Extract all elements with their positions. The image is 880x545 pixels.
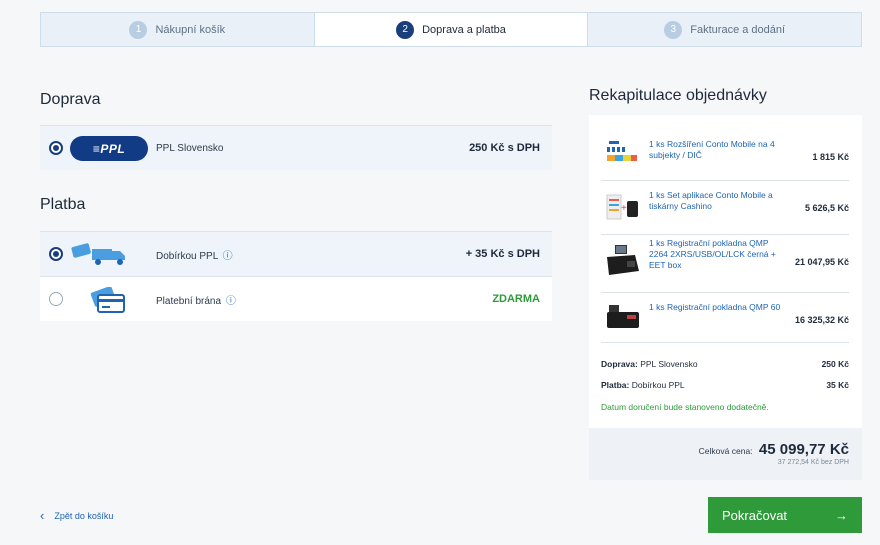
shipping-option-price: 250 Kč s DPH (469, 142, 540, 154)
payment-option-gateway[interactable]: Platební brána ⓘ ZDARMA (40, 276, 552, 321)
item-price: 1 815 Kč (812, 152, 849, 162)
step-label: Doprava a platba (422, 23, 506, 36)
item-description[interactable]: 1 ks Set aplikace Conto Mobile a tiskárn… (649, 190, 789, 212)
step-label: Fakturace a dodání (690, 23, 786, 36)
summary-payment: Platba: Dobírkou PPL 35 Kč (601, 380, 849, 390)
product-thumbnail (605, 241, 641, 284)
item-price: 5 626,5 Kč (804, 203, 849, 213)
payment-title: Platba (40, 196, 86, 213)
payment-radio[interactable] (49, 247, 63, 261)
summary-item: 1 ks Registrační pokladna QMP 2264 2XRS/… (601, 235, 849, 293)
item-price: 21 047,95 Kč (794, 257, 849, 267)
step-number: 1 (129, 20, 148, 39)
shipping-option-name: PPL Slovensko (156, 142, 224, 154)
summary-payment-price: 35 Kč (826, 380, 849, 390)
step-cart[interactable]: 1 Nákupní košík (41, 13, 314, 46)
back-label: Zpět do košíku (54, 510, 114, 521)
product-thumbnail: + (605, 193, 639, 224)
total-price: 45 099,77 Kč (758, 441, 849, 458)
shipping-radio[interactable] (49, 141, 63, 155)
truck-icon (70, 242, 130, 269)
item-description[interactable]: 1 ks Registrační pokladna QMP 60 (649, 302, 789, 313)
step-billing[interactable]: 3 Fakturace a dodání (587, 13, 862, 46)
payment-name-text: Dobírkou PPL (156, 250, 218, 262)
summary-item: 1 ks Rozšíření Conto Mobile na 4 subjekt… (601, 125, 849, 181)
item-description[interactable]: 1 ks Rozšíření Conto Mobile na 4 subjekt… (649, 139, 789, 161)
shipping-option-ppl[interactable]: ≡PPL PPL Slovensko 250 Kč s DPH (40, 125, 552, 170)
summary-title: Rekapitulace objednávky (589, 87, 767, 104)
total-label: Celková cena: (698, 446, 753, 456)
payment-option-price: ZDARMA (492, 293, 540, 305)
info-icon[interactable]: ⓘ (226, 296, 236, 307)
payment-option-price: + 35 Kč s DPH (465, 248, 540, 260)
step-label: Nákupní košík (155, 23, 226, 36)
back-to-cart-link[interactable]: ‹ Zpět do košíku (40, 508, 113, 523)
summary-item: 1 ks Registrační pokladna QMP 60 16 325,… (601, 293, 849, 343)
summary-shipping-value: PPL Slovensko (640, 359, 698, 369)
payment-option-cod[interactable]: Dobírkou PPL ⓘ + 35 Kč s DPH (40, 231, 552, 276)
summary-payment-value: Dobírkou PPL (631, 380, 685, 390)
item-description[interactable]: 1 ks Registrační pokladna QMP 2264 2XRS/… (649, 238, 789, 271)
checkout-steps: 1 Nákupní košík 2 Doprava a platba 3 Fak… (40, 12, 862, 47)
card-icon (90, 286, 126, 316)
chevron-left-icon: ‹ (40, 508, 45, 523)
total-line: Celková cena: 45 099,77 Kč (699, 441, 849, 458)
summary-payment-label: Platba: (601, 380, 630, 390)
summary-shipping: Doprava: PPL Slovensko 250 Kč (601, 359, 849, 369)
step-number: 2 (396, 20, 415, 39)
product-thumbnail (605, 303, 641, 334)
summary-item: + 1 ks Set aplikace Conto Mobile a tiská… (601, 181, 849, 235)
svg-text:+: + (621, 203, 627, 214)
step-number: 3 (664, 20, 683, 39)
total-without-vat: 37 272,54 Kč bez DPH (777, 459, 849, 466)
ppl-logo: ≡PPL (70, 136, 148, 161)
info-icon[interactable]: ⓘ (223, 251, 233, 262)
delivery-note: Datum doručení bude stanoveno dodatečně. (601, 402, 769, 412)
summary-shipping-label: Doprava: (601, 359, 638, 369)
continue-label: Pokračovat (722, 507, 788, 523)
payment-radio[interactable] (49, 292, 63, 306)
product-thumbnail (605, 139, 639, 170)
arrow-right-icon: → (835, 507, 848, 523)
continue-button[interactable]: Pokračovat → (708, 497, 862, 533)
shipping-title: Doprava (40, 91, 101, 108)
payment-name-text: Platební brána (156, 295, 222, 307)
order-summary: 1 ks Rozšíření Conto Mobile na 4 subjekt… (589, 115, 862, 428)
total-box: Celková cena: 45 099,77 Kč 37 272,54 Kč … (589, 428, 862, 480)
payment-option-name: Dobírkou PPL ⓘ (156, 247, 233, 262)
payment-option-name: Platební brána ⓘ (156, 292, 236, 307)
summary-shipping-price: 250 Kč (821, 359, 849, 369)
item-price: 16 325,32 Kč (794, 315, 849, 325)
step-shipping-payment[interactable]: 2 Doprava a platba (313, 13, 588, 46)
